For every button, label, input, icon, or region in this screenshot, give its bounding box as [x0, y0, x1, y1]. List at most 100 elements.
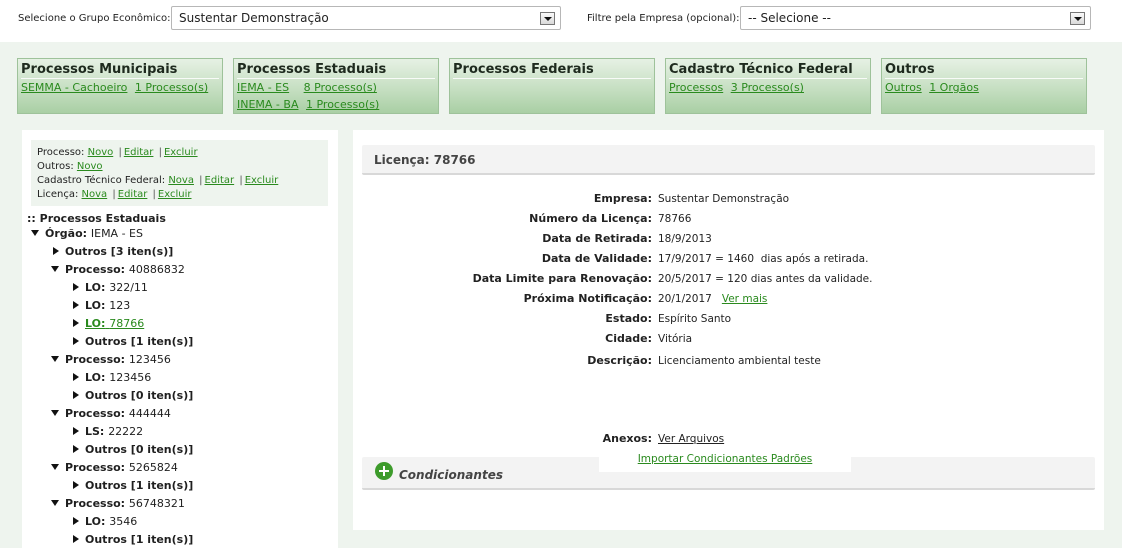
orgao-label: Órgão: — [45, 227, 88, 240]
node-value: 78766 — [109, 317, 145, 330]
triangle-right-icon[interactable] — [73, 391, 79, 399]
processo-editar-link[interactable]: Editar — [124, 147, 154, 158]
tree-node[interactable]: LO: 123 — [73, 299, 130, 312]
outros-novo-link[interactable]: Novo — [77, 161, 103, 172]
orgao-link[interactable]: Outros — [885, 81, 922, 94]
field-label: Data de Retirada: — [542, 232, 652, 245]
tab-title: Processos Estaduais — [237, 62, 387, 77]
triangle-right-icon[interactable] — [73, 301, 79, 309]
tree-node-selected[interactable]: LO: 78766 — [73, 317, 144, 330]
node-label: Outros [3 iten(s)] — [65, 245, 174, 258]
field-value: Sustentar Demonstração — [658, 193, 790, 205]
tree-node[interactable]: Outros [1 iten(s)] — [73, 335, 193, 348]
node-label: LO: — [85, 299, 106, 312]
orgao-link[interactable]: SEMMA - Cachoeiro — [21, 81, 127, 94]
tab-processos-estaduais[interactable]: Processos Estaduais IEMA - ES 8 Processo… — [233, 58, 439, 114]
processo-excluir-link[interactable]: Excluir — [164, 147, 198, 158]
tree-panel: Processo: Novo | Editar | Excluir Outros: … — [22, 130, 338, 548]
licenca-editar-link[interactable]: Editar — [118, 189, 148, 200]
group-select[interactable]: Sustentar Demonstração — [171, 6, 561, 30]
ver-arquivos-link[interactable]: Ver Arquivos — [658, 432, 724, 446]
triangle-right-icon[interactable] — [73, 535, 79, 543]
tree-node-orgao[interactable]: Órgão: IEMA - ES — [31, 227, 143, 240]
licenca-label: Licença: — [37, 189, 79, 200]
triangle-down-icon[interactable] — [51, 464, 59, 470]
cadastro-nova-link[interactable]: Nova — [168, 175, 194, 186]
orgao-link[interactable]: INEMA - BA — [237, 98, 298, 111]
divider — [669, 78, 867, 79]
licenca-excluir-link[interactable]: Excluir — [158, 189, 192, 200]
processo-novo-link[interactable]: Novo — [88, 147, 114, 158]
company-select[interactable]: -- Selecione -- — [740, 6, 1091, 30]
tab-processos-federais[interactable]: Processos Federais — [449, 58, 655, 114]
tab-title: Processos Municipais — [21, 62, 178, 77]
process-count-link[interactable]: 3 Processo(s) — [731, 81, 804, 94]
ver-mais-link[interactable]: Ver mais — [722, 293, 768, 305]
tree-node[interactable]: Outros [0 iten(s)] — [73, 443, 193, 456]
node-label: Processo: — [65, 353, 126, 366]
tab-processos-municipais[interactable]: Processos Municipais SEMMA - Cachoeiro 1… — [17, 58, 223, 114]
tab-cadastro-tecnico-federal[interactable]: Cadastro Técnico Federal Processos 3 Pro… — [665, 58, 871, 114]
process-count-link[interactable]: 8 Processo(s) — [304, 81, 377, 94]
triangle-right-icon[interactable] — [73, 427, 79, 435]
orgao-link[interactable]: Processos — [669, 81, 723, 94]
tree-node[interactable]: LS: 22222 — [73, 425, 143, 438]
node-value: 322/11 — [109, 281, 148, 294]
tree-node[interactable]: LO: 3546 — [73, 515, 137, 528]
tree-node[interactable]: Outros [1 iten(s)] — [73, 479, 193, 492]
triangle-right-icon[interactable] — [73, 319, 79, 327]
field-value: 78766 — [658, 213, 692, 225]
triangle-down-icon[interactable] — [51, 500, 59, 506]
triangle-right-icon[interactable] — [73, 373, 79, 381]
triangle-down-icon[interactable] — [51, 266, 59, 272]
plus-icon[interactable] — [375, 462, 393, 480]
tree-node[interactable]: Outros [3 iten(s)] — [53, 245, 173, 258]
tree-node[interactable]: Processo: 5265824 — [51, 461, 178, 474]
process-count-link[interactable]: 1 Processo(s) — [306, 98, 379, 111]
node-label: Outros [0 iten(s)] — [85, 443, 194, 456]
node-label: Processo: — [65, 461, 126, 474]
cadastro-editar-link[interactable]: Editar — [205, 175, 235, 186]
node-value: 123456 — [109, 371, 152, 384]
node-label: Processo: — [65, 263, 126, 276]
triangle-right-icon[interactable] — [73, 517, 79, 525]
node-label: LO: — [85, 371, 106, 384]
tree-node[interactable]: Outros [0 iten(s)] — [73, 389, 193, 402]
tab-outros[interactable]: Outros Outros 1 Orgãos — [881, 58, 1087, 114]
tree-node[interactable]: Processo: 123456 — [51, 353, 171, 366]
triangle-right-icon[interactable] — [73, 283, 79, 291]
tree-node[interactable]: Outros [1 iten(s)] — [73, 533, 193, 546]
node-value: 5265824 — [128, 461, 178, 474]
tree-node[interactable]: LO: 123456 — [73, 371, 151, 384]
triangle-down-icon[interactable] — [31, 230, 39, 236]
tree-node[interactable]: Processo: 56748321 — [51, 497, 185, 510]
chevron-down-icon[interactable] — [1070, 12, 1085, 25]
importar-condicionantes-link[interactable]: Importar Condicionantes Padrões — [638, 453, 813, 465]
orgao-link[interactable]: IEMA - ES — [237, 81, 289, 94]
field-value: Espírito Santo — [658, 313, 732, 325]
field-numero: Número da Licença: 78766 — [353, 212, 1104, 226]
node-label: Processo: — [65, 407, 126, 420]
triangle-right-icon[interactable] — [53, 247, 59, 255]
licenca-nova-link[interactable]: Nova — [82, 189, 108, 200]
triangle-right-icon[interactable] — [73, 337, 79, 345]
licenca-actions: Licença: Nova | Editar | Excluir — [37, 188, 328, 202]
tree-node[interactable]: Processo: 444444 — [51, 407, 171, 420]
tree-node[interactable]: Processo: 40886832 — [51, 263, 185, 276]
chevron-down-icon[interactable] — [540, 12, 555, 25]
process-count-link[interactable]: 1 Orgãos — [929, 81, 979, 94]
triangle-down-icon[interactable] — [51, 410, 59, 416]
selected-license-link[interactable]: LO: 78766 — [85, 317, 144, 330]
node-label: LO: — [85, 281, 106, 294]
process-count-link[interactable]: 1 Processo(s) — [135, 81, 208, 94]
separator: | — [158, 147, 162, 158]
field-cidade: Cidade: Vitória — [353, 332, 1104, 346]
triangle-right-icon[interactable] — [73, 445, 79, 453]
cadastro-excluir-link[interactable]: Excluir — [245, 175, 279, 186]
triangle-right-icon[interactable] — [73, 481, 79, 489]
tree-node[interactable]: LO: 322/11 — [73, 281, 148, 294]
company-label: Filtre pela Empresa (opcional): — [587, 13, 740, 24]
node-label: Outros [1 iten(s)] — [85, 533, 194, 546]
triangle-down-icon[interactable] — [51, 356, 59, 362]
field-anexos: Anexos: Ver Arquivos — [353, 432, 1104, 446]
